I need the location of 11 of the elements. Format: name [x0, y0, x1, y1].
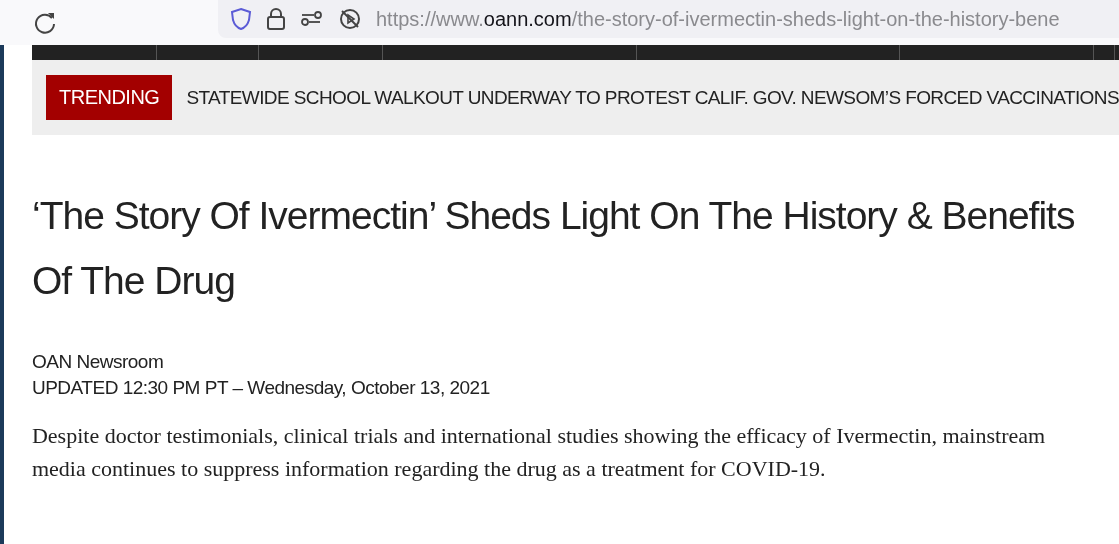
- trending-label: TRENDING: [45, 75, 173, 120]
- address-bar[interactable]: https://www.oann.com/the-story-of-ivermectin-sheds-light-on-the-history-bene: [218, 0, 1119, 38]
- article-author: OAN Newsroom: [31, 351, 165, 373]
- article-title: ‘The Story Of Ivermectin’ Sheds Light On The History & Benefits Of The Drug: [31, 193, 1076, 304]
- shield-icon[interactable]: [230, 7, 252, 31]
- trending-headline-link[interactable]: STATEWIDE SCHOOL WALKOUT UNDERWAY TO PROTEST CALIF. GOV. NEWSOM’S FORCED VACCINATIONS: [186, 86, 1119, 109]
- permissions-icon[interactable]: [300, 9, 324, 29]
- lock-icon[interactable]: [266, 7, 286, 31]
- autoplay-blocked-icon[interactable]: [338, 7, 362, 31]
- article-lead: Despite doctor testimonials, clinical trials and international studies showing the efficacy of Ivermectin, mainstream media continues to suppress information regarding the drug as a treatment for COVID-19.: [31, 422, 1047, 483]
- article-date: UPDATED 12:30 PM PT – Wednesday, October 13, 2021: [31, 377, 491, 399]
